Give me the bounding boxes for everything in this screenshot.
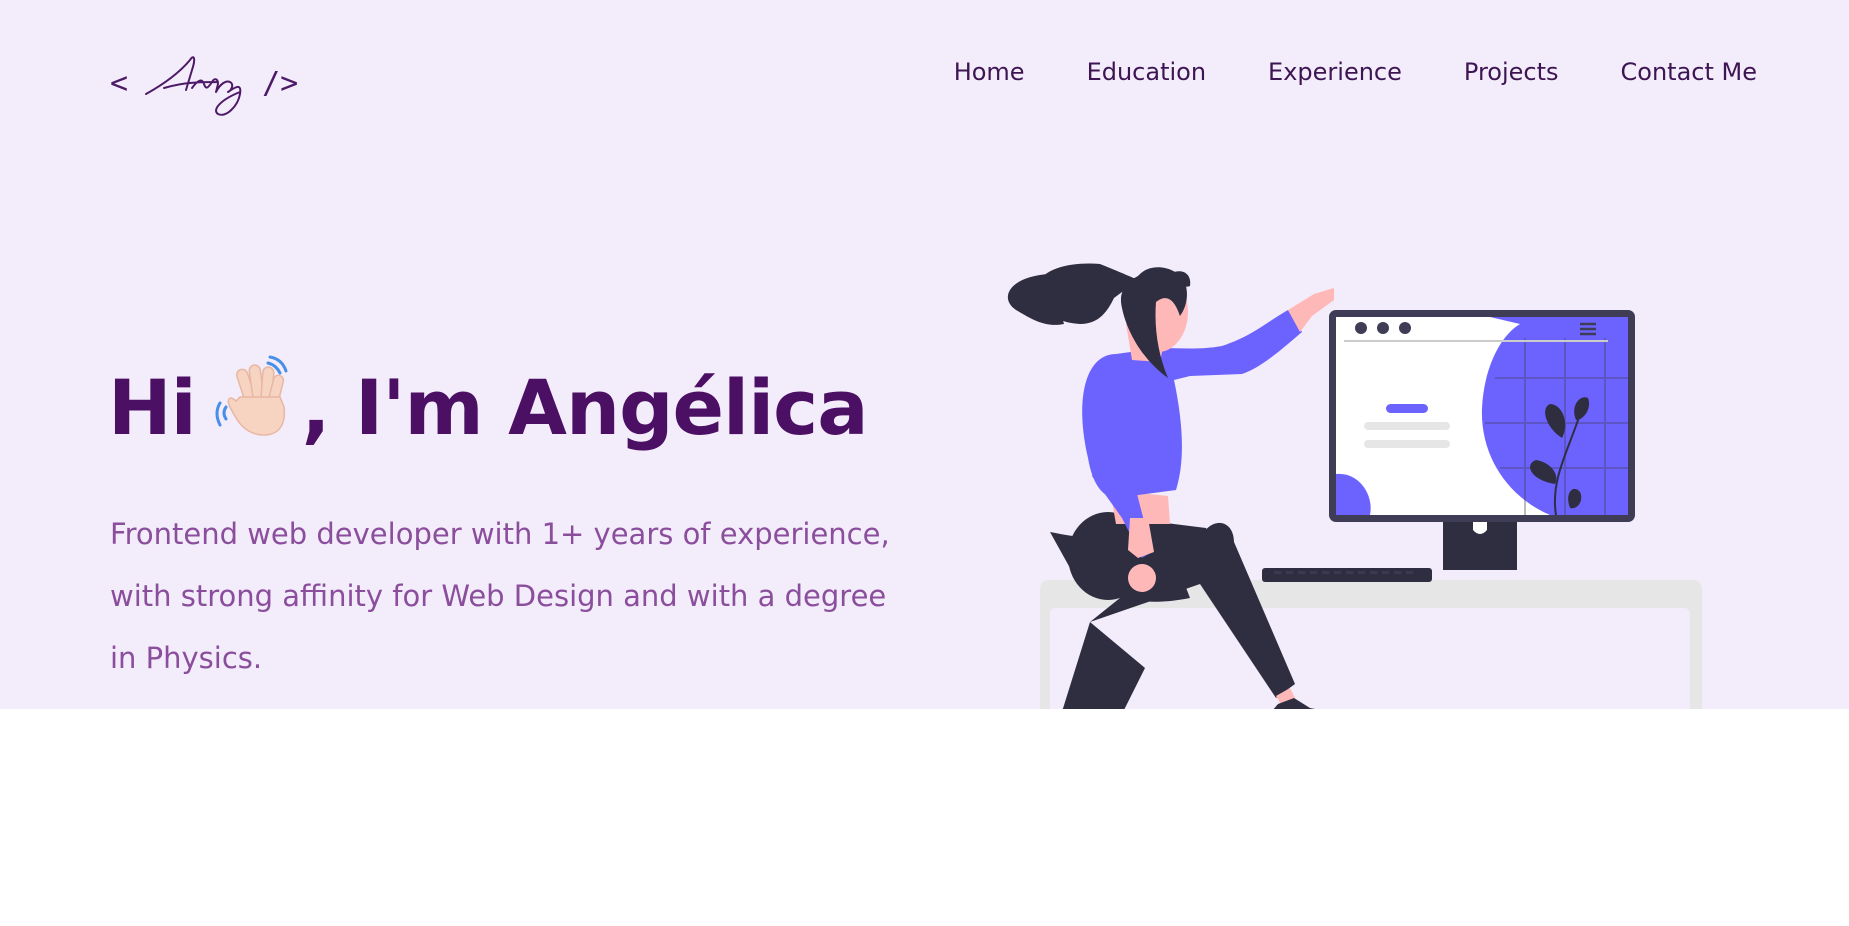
nav-education[interactable]: Education [1087,58,1206,86]
hero-description: Frontend web developer with 1+ years of … [110,517,890,675]
hero-title: Hi , I'm Angélica [108,355,868,459]
logo-open-bracket: < [110,65,129,101]
woman-at-computer-illustration [990,228,1710,709]
nav-home[interactable]: Home [954,58,1025,86]
waving-hand-icon [210,355,296,459]
logo-close-bracket: /> [262,65,299,101]
signature-logo [145,56,242,116]
site-logo[interactable]: < /> [110,48,298,118]
hero-section: < /> Home Education Experience Projects … [0,0,1849,709]
hero-greeting: Hi [108,362,197,452]
nav-contact-me[interactable]: Contact Me [1621,58,1757,86]
nav-experience[interactable]: Experience [1268,58,1402,86]
main-nav: Home Education Experience Projects Conta… [954,58,1757,86]
hero-name: , I'm Angélica [301,362,869,452]
nav-projects[interactable]: Projects [1464,58,1559,86]
